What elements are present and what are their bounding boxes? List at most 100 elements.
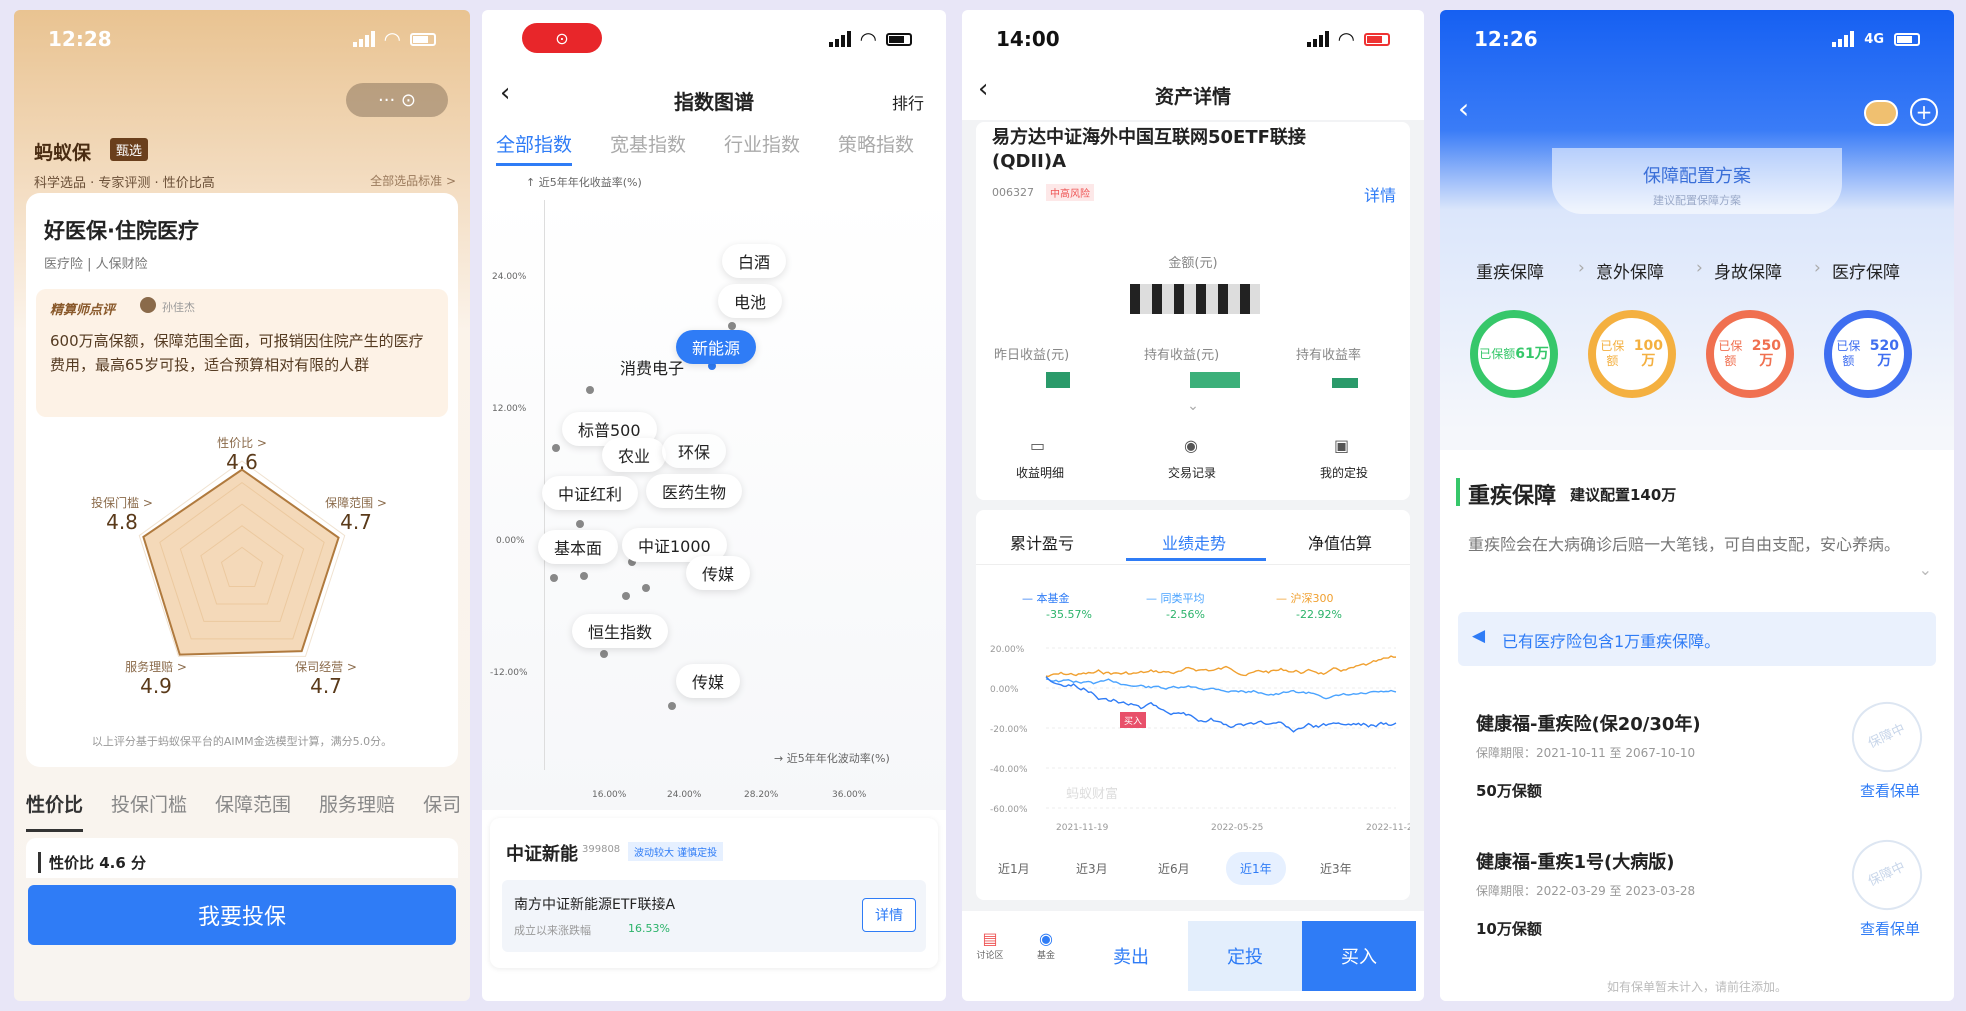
range-3y[interactable]: 近3年 (1320, 860, 1352, 877)
tab-threshold[interactable]: 投保门槛 (111, 790, 187, 832)
y-tick: 0.00% (496, 536, 525, 546)
fund-detail-button[interactable]: 详情 (862, 898, 916, 932)
data-point (668, 702, 676, 710)
tab-value[interactable]: 性价比 (26, 790, 84, 832)
tab-strategy[interactable]: 策略指数 (838, 130, 914, 166)
brand-standard-link[interactable]: 全部选品标准 > (370, 172, 456, 189)
detail-peek-card: 性价比 4.6 分 (26, 838, 458, 878)
coverage-ring[interactable]: 已保额 100万 (1588, 310, 1676, 398)
index-tabs: 全部指数 宽基指数 行业指数 策略指数 (496, 130, 914, 166)
speaker-icon: ◀ (1472, 626, 1486, 646)
action-income[interactable]: 收益明细 (1016, 464, 1064, 481)
policy-card[interactable]: 健康福-重疾险(保20/30年) 保障期限：2021-10-11 至 2067-… (1458, 690, 1936, 816)
tab-nav-estimate[interactable]: 净值估算 (1308, 530, 1372, 554)
coverage-ring[interactable]: 已保额 250万 (1706, 310, 1794, 398)
tab-broad[interactable]: 宽基指数 (610, 130, 686, 166)
stat-masked (1190, 372, 1240, 388)
auto-invest-button[interactable]: 定投 (1188, 921, 1302, 991)
radar-axis-label[interactable]: 服务理赔 > (125, 659, 187, 674)
radar-axis-label[interactable]: 保障范围 > (325, 495, 387, 510)
fund-name: 南方中证新能源ETF联接A (514, 897, 676, 913)
radar-axis-label[interactable]: 保司经营 > (295, 660, 357, 674)
status-time: 12:28 (48, 27, 112, 51)
data-point (552, 444, 560, 452)
tab-industry[interactable]: 行业指数 (724, 130, 800, 166)
back-icon[interactable]: ‹ (1458, 92, 1469, 125)
page-title: 指数图谱 (674, 90, 754, 114)
radar-area (142, 468, 340, 656)
index-bubble[interactable]: 农业 (602, 438, 667, 472)
tab-trend[interactable]: 业绩走势 (1162, 530, 1226, 554)
step-critical[interactable]: 重疾保障 (1476, 258, 1544, 283)
radar-axis-label[interactable]: 投保门槛 > (91, 495, 153, 510)
index-bubble[interactable]: 白酒 (722, 244, 787, 278)
step-medical[interactable]: 医疗保障 (1832, 258, 1900, 283)
index-bubble[interactable]: 消费电子 (604, 350, 700, 384)
y-axis-label: ↑ 近5年年化收益率(%) (526, 176, 642, 189)
fund-entry[interactable]: ◉ 基金 (1018, 911, 1074, 1001)
signal-icon (1832, 31, 1855, 47)
miniapp-capsule[interactable]: ··· ⊙ (346, 83, 448, 117)
index-bubble[interactable]: 电池 (718, 284, 783, 318)
range-1y[interactable]: 近1年 (1226, 852, 1286, 885)
view-policy-link[interactable]: 查看保单 (1860, 918, 1920, 939)
range-6m[interactable]: 近6月 (1158, 860, 1190, 877)
legend-benchmark-value: -22.92% (1296, 608, 1342, 621)
step-accident[interactable]: 意外保障 (1596, 258, 1664, 283)
expand-chevron-icon[interactable]: ⌄ (976, 398, 1410, 414)
policy-card[interactable]: 健康福-重疾1号(大病版) 保障期限：2022-03-29 至 2023-03-… (1458, 828, 1936, 954)
fund-row[interactable]: 南方中证新能源ETF联接A 成立以来涨跌幅 16.53% 详情 (502, 880, 926, 952)
expand-chevron-icon[interactable]: ⌄ (1919, 560, 1932, 579)
section-bar (1456, 478, 1460, 506)
index-bubble[interactable]: 环保 (662, 434, 727, 468)
ring-value: 520万 (1869, 338, 1899, 369)
family-avatars-icon[interactable] (1864, 100, 1898, 126)
tab-claims[interactable]: 服务理赔 (319, 790, 395, 832)
tab-cumulative[interactable]: 累计盈亏 (1010, 530, 1074, 554)
index-bubble[interactable]: 恒生指数 (572, 614, 669, 648)
tab-insurer[interactable]: 保司 (423, 790, 461, 832)
index-detail-card[interactable]: 中证新能 399808 波动较大 谨慎定投 南方中证新能源ETF联接A 成立以来… (490, 818, 938, 968)
radar-axis-label[interactable]: 性价比 > (217, 436, 267, 450)
y-tick: 24.00% (492, 272, 527, 282)
fund-return-value: 16.53% (628, 922, 670, 935)
policy-period: 保障期限：2022-03-29 至 2023-03-28 (1476, 884, 1696, 898)
action-auto-invest[interactable]: 我的定投 (1320, 464, 1368, 481)
index-bubble[interactable]: 传媒 (676, 664, 741, 698)
sell-button[interactable]: 卖出 (1074, 911, 1188, 1001)
stat-label: 昨日收益(元) (994, 348, 1070, 363)
risk-tag: 中高风险 (1046, 184, 1094, 201)
index-bubble[interactable]: 基本面 (538, 530, 619, 564)
y-tick: 20.00% (990, 645, 1025, 655)
range-1m[interactable]: 近1月 (998, 860, 1030, 877)
wifi-icon: ◠ (1338, 27, 1354, 51)
peek-text: 性价比 4.6 分 (38, 852, 146, 873)
product-card: 好医保·住院医疗 医疗险 | 人保财险 精算师点评 孙佳杰 600万高保额，保障… (26, 193, 458, 767)
performance-card: 累计盈亏 业绩走势 净值估算 — 本基金 -35.57% — 同类平均 -2.5… (976, 510, 1410, 900)
index-scatter-chart[interactable]: 24.00% 12.00% 0.00% -12.00% 16.00% 24.00… (482, 190, 946, 810)
performance-line-chart[interactable]: 20.00% 0.00% -20.00% -40.00% -60.00% 2021-11-… (976, 628, 1410, 848)
range-3m[interactable]: 近3月 (1076, 860, 1108, 877)
actuary-review: 精算师点评 孙佳杰 600万高保额，保障范围全面，可报销因住院产生的医疗费用，最… (36, 289, 448, 417)
buy-insurance-button[interactable]: 我要投保 (28, 885, 456, 945)
discussion-label: 讨论区 (976, 951, 1004, 961)
discussion-entry[interactable]: ▤ 讨论区 (962, 911, 1018, 1001)
step-chevron-icon: › (1578, 258, 1585, 278)
step-life[interactable]: 身故保障 (1714, 258, 1782, 283)
index-bubble[interactable]: 中证红利 (542, 476, 639, 510)
battery-icon (886, 32, 912, 46)
y-tick: 0.00% (990, 685, 1019, 695)
detail-link[interactable]: 详情 (1364, 182, 1396, 206)
tab-coverage[interactable]: 保障范围 (215, 790, 291, 832)
battery-icon (410, 32, 436, 46)
view-policy-link[interactable]: 查看保单 (1860, 780, 1920, 801)
buy-button[interactable]: 买入 (1302, 921, 1416, 991)
coverage-ring[interactable]: 已保额 61万 (1470, 310, 1558, 398)
action-trades[interactable]: 交易记录 (1168, 464, 1216, 481)
ranking-link[interactable]: 排行 (892, 90, 924, 114)
add-member-icon[interactable]: + (1910, 98, 1938, 126)
index-bubble[interactable]: 医药生物 (646, 474, 743, 508)
coverage-ring[interactable]: 已保额 520万 (1824, 310, 1912, 398)
index-bubble[interactable]: 传媒 (686, 556, 751, 590)
tab-all[interactable]: 全部指数 (496, 130, 573, 166)
